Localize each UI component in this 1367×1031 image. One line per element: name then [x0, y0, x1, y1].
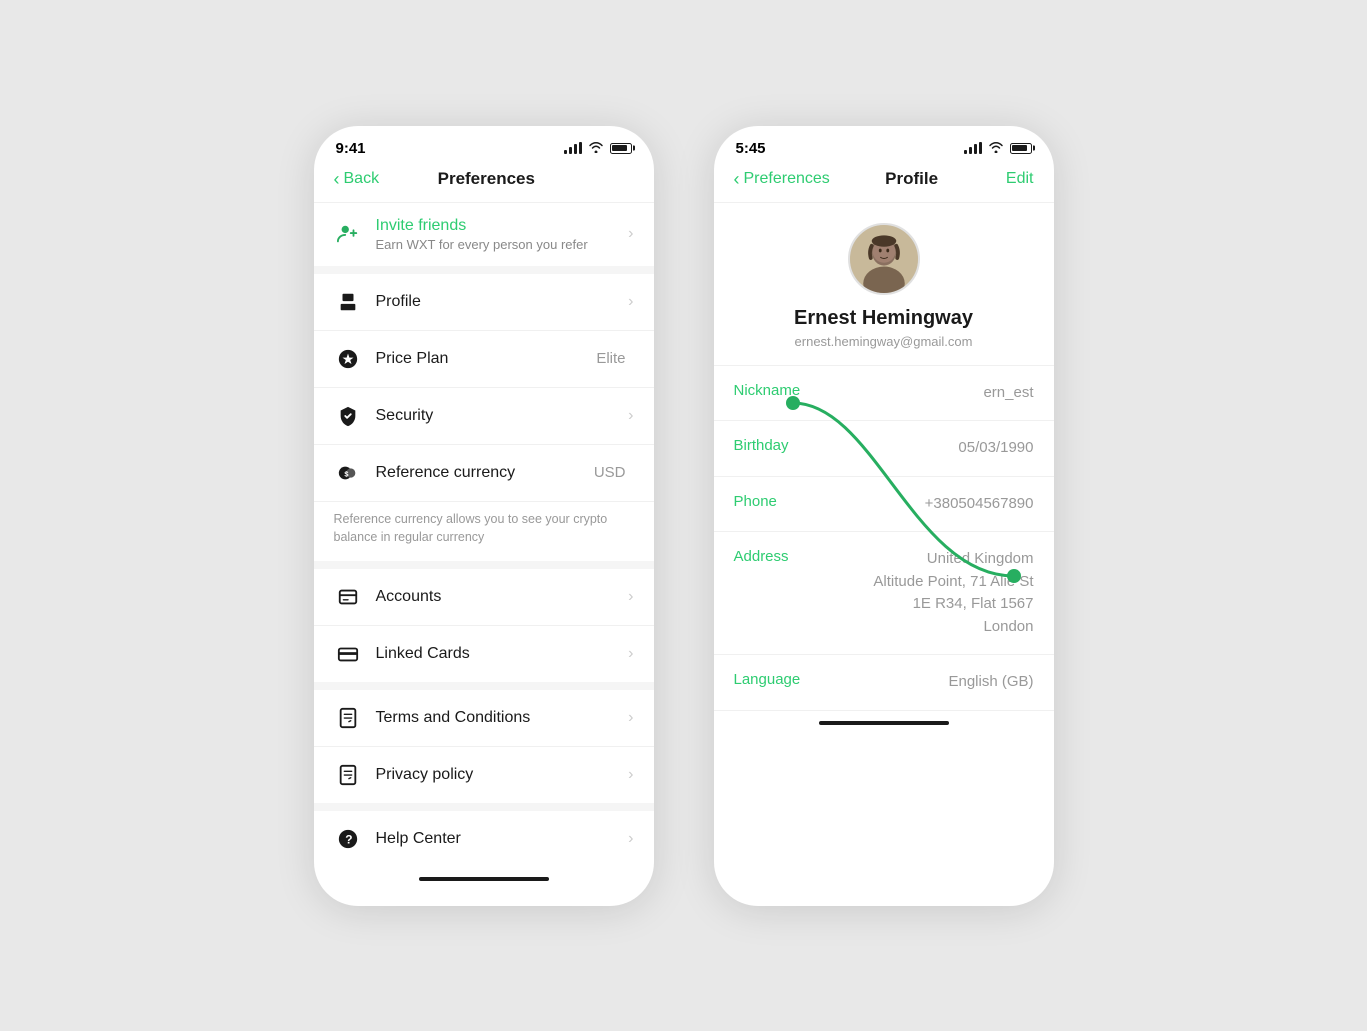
- linked-cards-chevron: ›: [628, 645, 633, 663]
- price-plan-label: Price Plan: [376, 350, 597, 368]
- user-name: Ernest Hemingway: [794, 307, 973, 330]
- battery-icon: [610, 143, 632, 154]
- accounts-icon: [334, 583, 362, 611]
- signal-icon-2: [964, 142, 982, 154]
- reference-currency-item[interactable]: $ Reference currency USD: [314, 445, 654, 502]
- preferences-title: Preferences: [438, 169, 535, 189]
- phone-field[interactable]: Phone +380504567890: [714, 477, 1054, 533]
- privacy-label: Privacy policy: [376, 766, 629, 784]
- user-email: ernest.hemingway@gmail.com: [795, 334, 973, 349]
- address-value: United KingdomAltitude Point, 71 Alie St…: [873, 548, 1033, 638]
- signal-icon: [564, 142, 582, 154]
- address-label: Address: [734, 548, 789, 565]
- status-icons-1: [564, 141, 632, 156]
- help-chevron: ›: [628, 830, 633, 848]
- back-button-1[interactable]: ‹ Back: [334, 169, 380, 190]
- wifi-icon: [588, 141, 604, 156]
- nav-bar-2: ‹ Preferences Profile Edit: [714, 161, 1054, 203]
- invite-section: Invite friends Earn WXT for every person…: [314, 203, 654, 274]
- status-bar-2: 5:45: [714, 126, 1054, 161]
- accounts-label: Accounts: [376, 588, 629, 606]
- price-plan-item[interactable]: Price Plan Elite: [314, 331, 654, 388]
- price-plan-value: Elite: [596, 350, 625, 367]
- privacy-chevron: ›: [628, 766, 633, 784]
- terms-icon: [334, 704, 362, 732]
- profile-menu-item[interactable]: Profile ›: [314, 274, 654, 331]
- profile-chevron: ›: [628, 293, 633, 311]
- profile-fields: Nickname ern_est Birthday 05/03/1990 Pho…: [714, 366, 1054, 711]
- help-icon: ?: [334, 825, 362, 853]
- accounts-section: Accounts › Linked Cards ›: [314, 569, 654, 690]
- invite-title: Invite friends: [376, 217, 629, 235]
- privacy-item[interactable]: Privacy policy ›: [314, 747, 654, 803]
- profile-icon: [334, 288, 362, 316]
- privacy-icon: [334, 761, 362, 789]
- wifi-icon-2: [988, 141, 1004, 156]
- help-label: Help Center: [376, 830, 629, 848]
- profile-nav-title: Profile: [885, 169, 938, 189]
- reference-currency-label: Reference currency: [376, 464, 594, 482]
- edit-button[interactable]: Edit: [993, 170, 1033, 188]
- reference-currency-value: USD: [594, 464, 626, 481]
- chevron-left-icon: ‹: [334, 169, 340, 190]
- language-value: English (GB): [948, 671, 1033, 694]
- language-label: Language: [734, 671, 801, 688]
- nickname-field[interactable]: Nickname ern_est: [714, 366, 1054, 422]
- accounts-chevron: ›: [628, 588, 633, 606]
- nickname-label: Nickname: [734, 382, 801, 399]
- screen-wrapper: 9:41 ‹ Bac: [274, 86, 1094, 946]
- invite-text: Invite friends Earn WXT for every person…: [376, 217, 629, 252]
- invite-chevron: ›: [628, 225, 633, 243]
- battery-icon-2: [1010, 143, 1032, 154]
- profile-avatar-section: Ernest Hemingway ernest.hemingway@gmail.…: [714, 203, 1054, 366]
- birthday-field[interactable]: Birthday 05/03/1990: [714, 421, 1054, 477]
- currency-note: Reference currency allows you to see you…: [314, 502, 654, 562]
- nav-bar-1: ‹ Back Preferences: [314, 161, 654, 203]
- help-section: ? Help Center ›: [314, 811, 654, 867]
- invite-icon: [334, 220, 362, 248]
- language-field[interactable]: Language English (GB): [714, 655, 1054, 711]
- status-icons-2: [964, 141, 1032, 156]
- phone-label: Phone: [734, 493, 777, 510]
- home-indicator-2: [819, 721, 949, 725]
- back-button-2[interactable]: ‹ Preferences: [734, 169, 830, 190]
- reference-currency-icon: $: [334, 459, 362, 487]
- back-label-1: Back: [344, 170, 380, 188]
- security-item[interactable]: Security ›: [314, 388, 654, 445]
- security-chevron: ›: [628, 407, 633, 425]
- price-plan-icon: [334, 345, 362, 373]
- terms-section: Terms and Conditions › Privacy policy ›: [314, 690, 654, 811]
- preferences-phone: 9:41 ‹ Bac: [314, 126, 654, 906]
- invite-subtitle: Earn WXT for every person you refer: [376, 237, 629, 252]
- back-label-2: Preferences: [744, 170, 830, 188]
- help-item[interactable]: ? Help Center ›: [314, 811, 654, 867]
- address-field[interactable]: Address United KingdomAltitude Point, 71…: [714, 532, 1054, 655]
- accounts-item[interactable]: Accounts ›: [314, 569, 654, 626]
- chevron-left-icon-2: ‹: [734, 169, 740, 190]
- svg-text:$: $: [344, 469, 348, 478]
- terms-chevron: ›: [628, 709, 633, 727]
- linked-cards-label: Linked Cards: [376, 645, 629, 663]
- phone-value: +380504567890: [925, 493, 1034, 516]
- linked-cards-item[interactable]: Linked Cards ›: [314, 626, 654, 682]
- main-menu-section: Profile › Price Plan Elite: [314, 274, 654, 570]
- avatar: [848, 223, 920, 295]
- linked-cards-icon: [334, 640, 362, 668]
- terms-label: Terms and Conditions: [376, 709, 629, 727]
- home-indicator-1: [419, 877, 549, 881]
- time-1: 9:41: [336, 140, 366, 157]
- status-bar-1: 9:41: [314, 126, 654, 161]
- security-label: Security: [376, 407, 629, 425]
- time-2: 5:45: [736, 140, 766, 157]
- profile-label: Profile: [376, 293, 629, 311]
- birthday-value: 05/03/1990: [958, 437, 1033, 460]
- svg-text:?: ?: [345, 833, 352, 847]
- birthday-label: Birthday: [734, 437, 789, 454]
- invite-friends-item[interactable]: Invite friends Earn WXT for every person…: [314, 203, 654, 266]
- security-icon: [334, 402, 362, 430]
- terms-item[interactable]: Terms and Conditions ›: [314, 690, 654, 747]
- profile-phone: 5:45 ‹ Pre: [714, 126, 1054, 906]
- nickname-value: ern_est: [983, 382, 1033, 405]
